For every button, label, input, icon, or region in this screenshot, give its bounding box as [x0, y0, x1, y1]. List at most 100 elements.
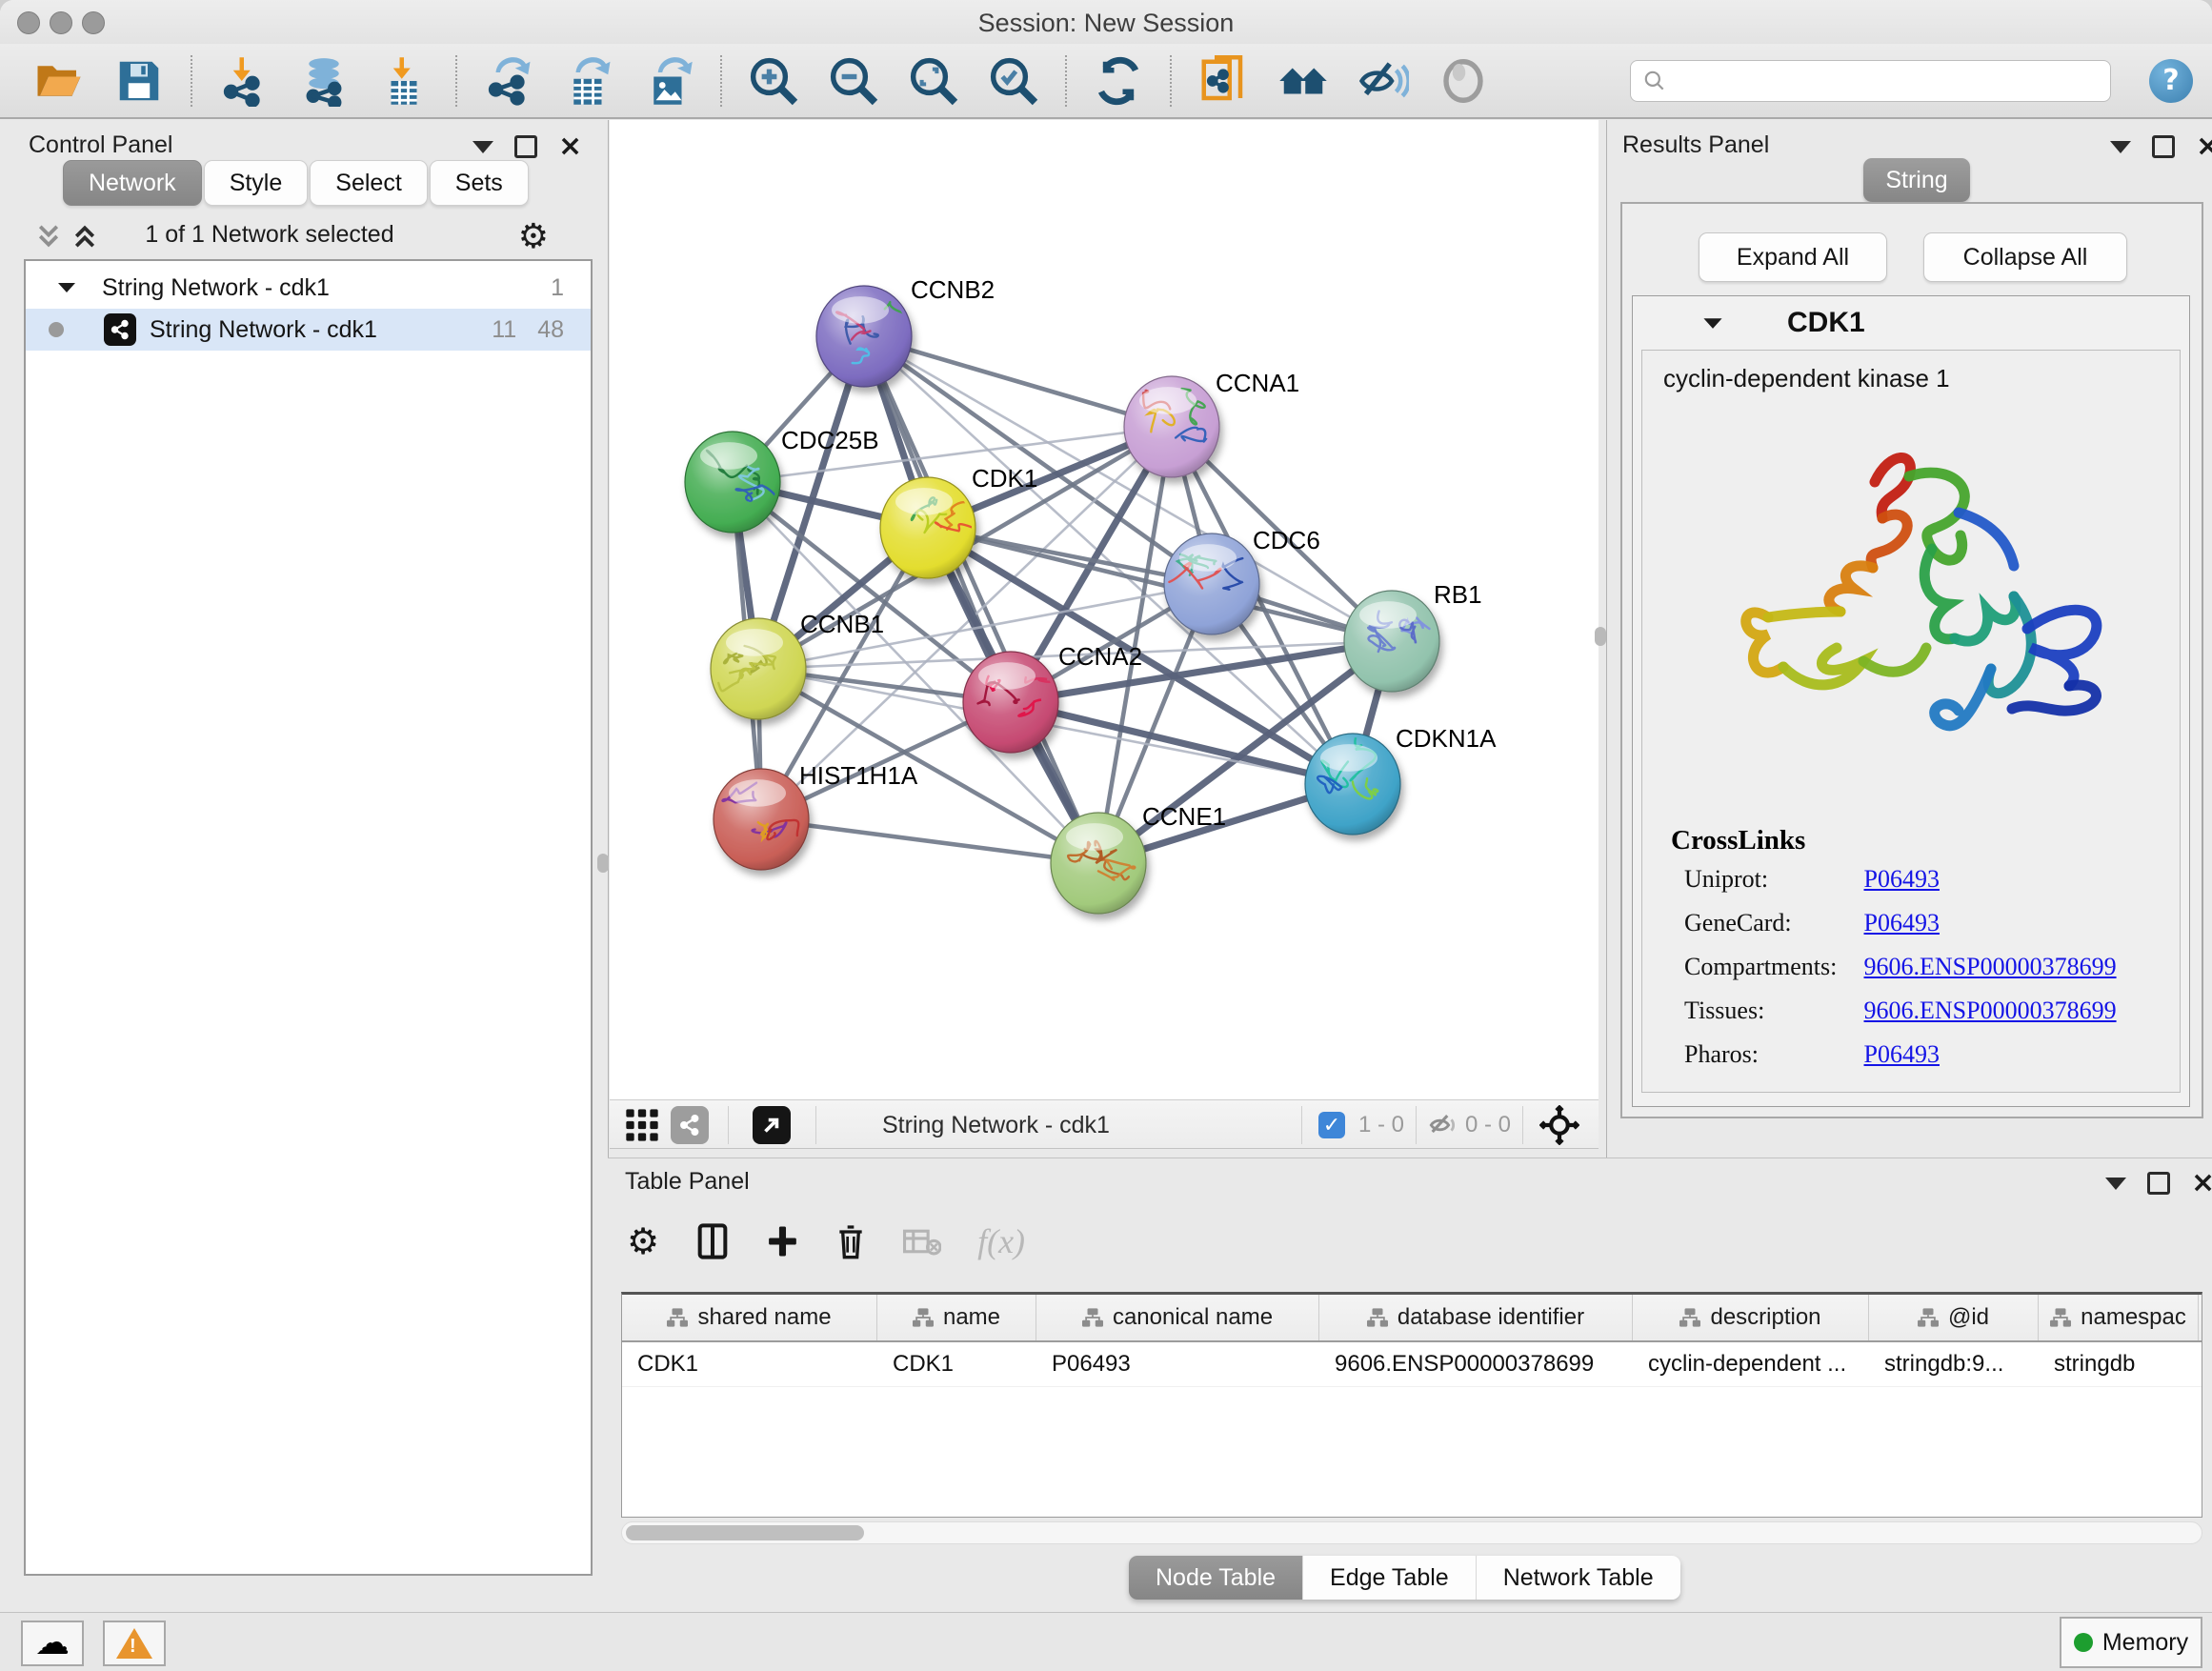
network-node-CCNA1[interactable]: [1124, 376, 1219, 477]
network-node-CCNE1[interactable]: [1051, 813, 1146, 914]
float-panel-icon[interactable]: [2105, 1178, 2126, 1190]
column-header--id[interactable]: @id: [1869, 1295, 2039, 1340]
export-table-button[interactable]: [559, 51, 618, 111]
scrollbar-thumb[interactable]: [626, 1525, 864, 1540]
column-header-database-identifier[interactable]: database identifier: [1319, 1295, 1633, 1340]
column-header-name[interactable]: name: [877, 1295, 1036, 1340]
float-panel-icon[interactable]: [2110, 141, 2131, 153]
network-node-CCNB2[interactable]: [816, 286, 926, 387]
network-node-HIST1H1A[interactable]: [714, 769, 809, 870]
close-panel-icon[interactable]: ×: [2196, 137, 2212, 156]
hidden-eye-icon[interactable]: [1427, 1104, 1459, 1146]
network-row-selected[interactable]: String Network - cdk1 11 48: [26, 309, 591, 351]
network-collection-row[interactable]: String Network - cdk1 1: [26, 267, 591, 309]
zoom-selected-button[interactable]: [984, 51, 1043, 111]
toolbar-separator: [1065, 55, 1067, 107]
left-splitter-handle[interactable]: [597, 854, 609, 873]
float-panel-icon[interactable]: [473, 141, 493, 153]
card-collapse-icon[interactable]: [1701, 315, 1724, 332]
network-options-gear-icon[interactable]: ⚙: [518, 217, 549, 256]
import-network-database-button[interactable]: [294, 51, 353, 111]
network-share-button[interactable]: [671, 1104, 709, 1146]
maximize-panel-icon[interactable]: [514, 135, 537, 158]
crosslink-link[interactable]: P06493: [1864, 909, 1940, 936]
collection-expand-icon[interactable]: [56, 280, 77, 295]
table-cell[interactable]: 9606.ENSP00000378699: [1319, 1342, 1633, 1386]
search-box: [1630, 60, 2111, 102]
maximize-panel-icon[interactable]: [2147, 1172, 2170, 1195]
column-header-namespac[interactable]: namespac: [2039, 1295, 2199, 1340]
tab-network-table[interactable]: Network Table: [1477, 1556, 1680, 1600]
show-columns-icon[interactable]: [695, 1222, 730, 1260]
network-node-CDK1[interactable]: [880, 477, 983, 578]
fit-selected-crosshair-button[interactable]: [1539, 1104, 1579, 1146]
network-node-CDC6[interactable]: [1164, 534, 1259, 634]
birdseye-view-button[interactable]: [753, 1104, 791, 1146]
table-cell[interactable]: stringdb: [2039, 1342, 2199, 1386]
network-node-CCNA2[interactable]: [963, 652, 1062, 753]
table-cell[interactable]: stringdb:9...: [1869, 1342, 2039, 1386]
table-cell[interactable]: CDK1: [622, 1342, 877, 1386]
network-canvas[interactable]: CCNB2CCNA1CDC25BCDK1CDC6RB1CCNB1CCNA2CDK…: [610, 120, 1599, 1099]
zoom-out-button[interactable]: [824, 51, 883, 111]
table-cell[interactable]: cyclin-dependent ...: [1633, 1342, 1869, 1386]
tab-style[interactable]: Style: [204, 160, 309, 206]
close-panel-icon[interactable]: ×: [2191, 1174, 2212, 1193]
crosslink-link[interactable]: 9606.ENSP00000378699: [1864, 997, 2117, 1024]
home-networks-button[interactable]: [1274, 51, 1333, 111]
title-bar: Session: New Session: [0, 0, 2212, 44]
network-node-CDC25B[interactable]: [685, 432, 780, 533]
table-row[interactable]: CDK1CDK1P064939606.ENSP00000378699cyclin…: [622, 1342, 2202, 1387]
network-node-RB1[interactable]: [1344, 591, 1439, 692]
import-table-file-button[interactable]: [374, 51, 433, 111]
collapse-all-button[interactable]: Collapse All: [1923, 232, 2127, 282]
warning-icon: !: [116, 1628, 152, 1659]
save-session-button[interactable]: [110, 51, 169, 111]
table-horizontal-scrollbar[interactable]: [621, 1521, 2202, 1544]
tab-string[interactable]: String: [1863, 158, 1970, 202]
show-grid-button[interactable]: [623, 1104, 661, 1146]
expand-all-button[interactable]: Expand All: [1699, 232, 1887, 282]
duplicate-network-document-button[interactable]: [1194, 51, 1253, 111]
help-button[interactable]: ?: [2149, 59, 2193, 103]
edge-HIST1H1A-CCNE1[interactable]: [761, 819, 1098, 863]
tab-edge-table[interactable]: Edge Table: [1303, 1556, 1477, 1600]
cloud-status-button[interactable]: ☁: [21, 1621, 84, 1666]
refresh-layout-button[interactable]: [1089, 51, 1148, 111]
memory-button[interactable]: Memory: [2060, 1617, 2202, 1668]
table-cell[interactable]: P06493: [1036, 1342, 1319, 1386]
import-network-file-button[interactable]: [214, 51, 273, 111]
close-panel-icon[interactable]: ×: [558, 137, 582, 156]
crosslink-row: Compartments: 9606.ENSP00000378699: [1684, 953, 2117, 981]
warnings-button[interactable]: !: [103, 1621, 166, 1666]
search-input[interactable]: [1667, 67, 2099, 95]
table-cell[interactable]: CDK1: [877, 1342, 1036, 1386]
zoom-in-button[interactable]: [744, 51, 803, 111]
network-node-CDKN1A[interactable]: [1305, 733, 1400, 835]
selected-count-checkbox[interactable]: ✓: [1318, 1104, 1345, 1146]
tab-network[interactable]: Network: [63, 160, 202, 206]
table-options-gear-icon[interactable]: ⚙: [627, 1220, 659, 1262]
eye-button[interactable]: [1434, 51, 1493, 111]
zoom-fit-button[interactable]: [904, 51, 963, 111]
tab-sets[interactable]: Sets: [430, 160, 529, 206]
export-image-button[interactable]: [639, 51, 698, 111]
right-splitter-handle[interactable]: [1595, 627, 1606, 646]
search-icon: [1642, 69, 1667, 93]
hide-graphics-details-button[interactable]: [1354, 51, 1413, 111]
network-node-CCNB1[interactable]: [711, 618, 806, 719]
create-column-plus-icon[interactable]: [766, 1223, 798, 1259]
tab-node-table[interactable]: Node Table: [1129, 1556, 1303, 1600]
delete-column-trash-icon[interactable]: [835, 1222, 867, 1260]
crosslink-link[interactable]: P06493: [1864, 865, 1940, 893]
column-header-canonical-name[interactable]: canonical name: [1036, 1295, 1319, 1340]
column-header-description[interactable]: description: [1633, 1295, 1869, 1340]
maximize-panel-icon[interactable]: [2152, 135, 2175, 158]
crosslink-link[interactable]: P06493: [1864, 1040, 1940, 1068]
open-session-button[interactable]: [30, 51, 89, 111]
crosslink-link[interactable]: 9606.ENSP00000378699: [1864, 953, 2117, 980]
export-network-button[interactable]: [479, 51, 538, 111]
tab-select[interactable]: Select: [310, 160, 427, 206]
results-panel: Results Panel × String Expand All Collap…: [1606, 120, 2212, 1158]
column-header-shared-name[interactable]: shared name: [622, 1295, 877, 1340]
